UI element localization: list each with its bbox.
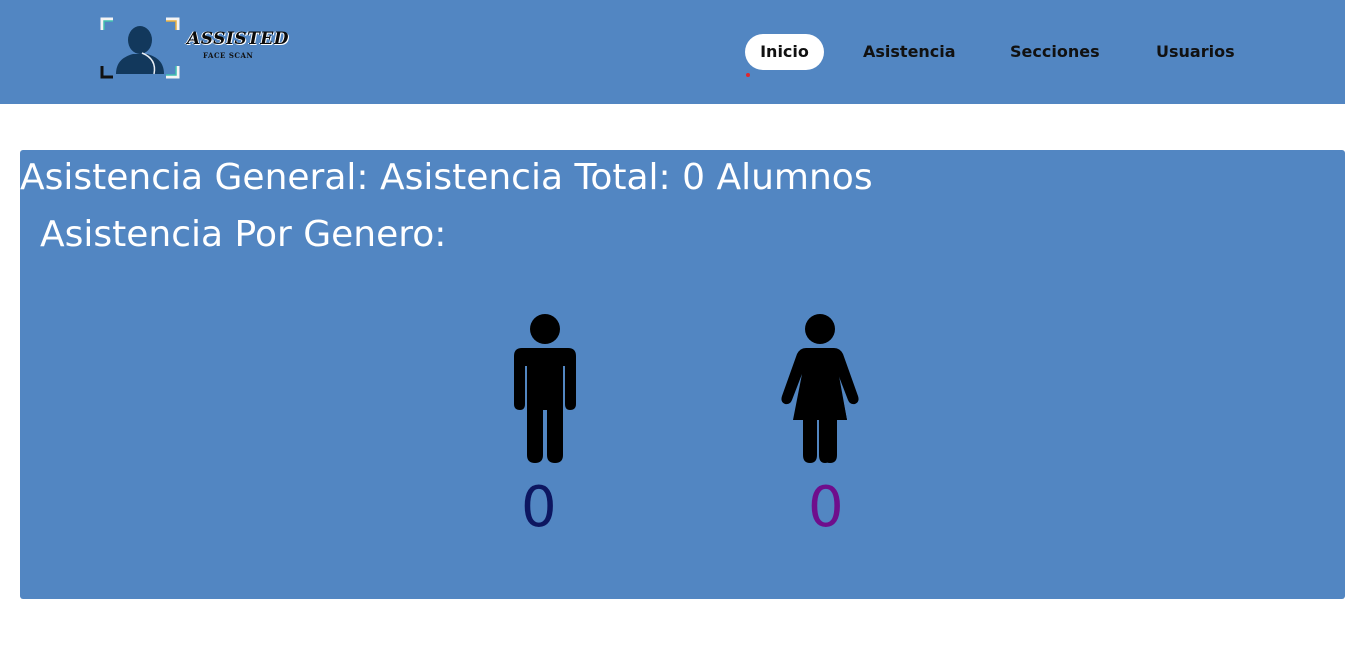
nav-item-asistencia[interactable]: Asistencia bbox=[863, 34, 956, 70]
female-person-icon bbox=[780, 312, 860, 468]
logo-subtitle: FACE SCAN bbox=[203, 51, 254, 60]
male-count: 0 bbox=[521, 475, 557, 540]
assisted-logo[interactable]: ASSISTED FACE SCAN bbox=[100, 16, 295, 82]
male-person-icon bbox=[512, 312, 578, 468]
page-title: Asistencia General: Asistencia Total: 0 … bbox=[20, 157, 873, 198]
logo-title: ASSISTED bbox=[187, 29, 289, 49]
female-count: 0 bbox=[808, 475, 844, 540]
nav-item-inicio[interactable]: Inicio bbox=[745, 34, 824, 70]
nav-item-secciones[interactable]: Secciones bbox=[1010, 34, 1100, 70]
nav-item-usuarios[interactable]: Usuarios bbox=[1156, 34, 1235, 70]
face-scan-icon bbox=[100, 17, 180, 79]
active-nav-indicator bbox=[746, 73, 750, 77]
gender-section-title: Asistencia Por Genero: bbox=[40, 214, 447, 255]
top-navbar: ASSISTED FACE SCAN Inicio Asistencia Sec… bbox=[0, 0, 1345, 104]
